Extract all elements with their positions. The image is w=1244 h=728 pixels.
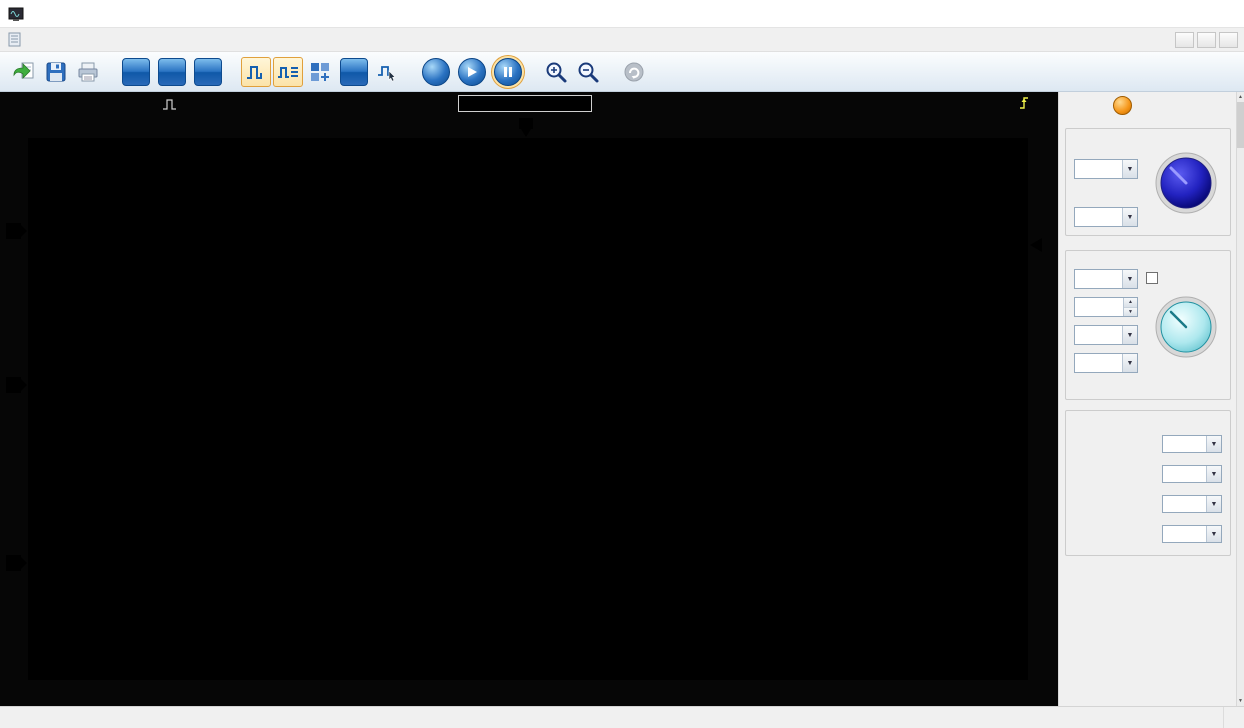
- trigger-level-marker[interactable]: [1030, 238, 1042, 252]
- volt-scale-spinner[interactable]: ▲ ▼: [1074, 297, 1138, 317]
- spin-down-icon[interactable]: ▼: [1124, 308, 1137, 317]
- chevron-down-icon: ▼: [1122, 354, 1137, 372]
- trigger-position-marker[interactable]: [518, 118, 534, 138]
- coupling-select[interactable]: ▼: [1074, 325, 1138, 345]
- channel-onoff: [1146, 272, 1162, 284]
- trigger-channel-badge: [1035, 103, 1043, 105]
- math-button[interactable]: [305, 57, 335, 87]
- chevron-down-icon: ▼: [1206, 466, 1221, 482]
- horizontal-settings-button[interactable]: [122, 58, 150, 86]
- toolbar-separator: [404, 57, 418, 87]
- refresh-button[interactable]: [619, 57, 649, 87]
- chevron-down-icon: ▼: [1206, 526, 1221, 542]
- vertical-knob[interactable]: [1154, 295, 1218, 359]
- waveform-display-button[interactable]: [241, 57, 271, 87]
- trigger-slope-select[interactable]: ▼: [1162, 525, 1222, 543]
- vertical-settings-button[interactable]: [158, 58, 186, 86]
- ch2-position-marker[interactable]: [6, 555, 28, 571]
- zoom-in-button[interactable]: [541, 57, 571, 87]
- connect-indicator[interactable]: [1113, 96, 1132, 115]
- horizontal-knob[interactable]: [1154, 151, 1218, 215]
- reference-wave-button[interactable]: [340, 58, 368, 86]
- control-panel: ▼ ▼: [1058, 92, 1236, 706]
- chevron-down-icon: ▼: [1122, 208, 1137, 226]
- chevron-down-icon: ▼: [1122, 160, 1137, 178]
- probe-select[interactable]: ▼: [1074, 353, 1138, 373]
- window-controls: [1112, 0, 1244, 27]
- channel-readout-strip: [0, 682, 1058, 704]
- mdi-close-button[interactable]: [1219, 32, 1238, 48]
- scope-status-strip: [0, 92, 1058, 116]
- run-button[interactable]: [458, 58, 486, 86]
- save-button[interactable]: [41, 57, 71, 87]
- chevron-down-icon: ▼: [1206, 496, 1221, 512]
- trigger-mode-select[interactable]: ▼: [1162, 435, 1222, 453]
- format-select[interactable]: ▼: [1074, 207, 1138, 227]
- trigger-readout: [1018, 94, 1048, 114]
- time-div-select[interactable]: ▼: [1074, 159, 1138, 179]
- zoom-out-button[interactable]: [573, 57, 603, 87]
- trigger-edge-icon: [1018, 94, 1030, 115]
- chevron-down-icon: ▼: [1122, 326, 1137, 344]
- app-icon: [8, 6, 24, 22]
- scope-display: [0, 92, 1058, 706]
- scope-canvas: [28, 138, 1028, 680]
- waveform-preview-canvas: [459, 96, 591, 111]
- chevron-down-icon: ▼: [1122, 270, 1137, 288]
- maximize-button[interactable]: [1156, 0, 1200, 27]
- waveform-list-button[interactable]: [273, 57, 303, 87]
- menu-bar: [0, 28, 1244, 52]
- mdi-restore-button[interactable]: [1197, 32, 1216, 48]
- document-icon: [8, 32, 22, 48]
- horizontal-group: ▼ ▼: [1065, 128, 1231, 236]
- vertical-group: ▼ ▲ ▼ ▼: [1065, 250, 1231, 400]
- chevron-down-icon: ▼: [1206, 436, 1221, 452]
- status-bar: [0, 706, 1244, 728]
- waveform-grid[interactable]: [28, 138, 1028, 680]
- math-position-marker[interactable]: [6, 377, 28, 393]
- pause-button[interactable]: [494, 58, 522, 86]
- close-button[interactable]: [1200, 0, 1244, 27]
- scroll-thumb[interactable]: [1237, 102, 1244, 148]
- spin-up-icon[interactable]: ▲: [1124, 298, 1137, 308]
- waveform-preview[interactable]: [458, 95, 592, 112]
- app-window: ▼ ▼: [0, 0, 1244, 728]
- toolbar-separator: [104, 57, 118, 87]
- trigger-group: ▼ ▼ ▼ ▼: [1065, 410, 1231, 556]
- cursor-measure-button[interactable]: [373, 57, 403, 87]
- print-button[interactable]: [73, 57, 103, 87]
- toolbar-separator: [604, 57, 618, 87]
- workspace: ▼ ▼: [0, 92, 1244, 706]
- mdi-minimize-button[interactable]: [1175, 32, 1194, 48]
- trigger-settings-button[interactable]: [194, 58, 222, 86]
- autoset-button[interactable]: [422, 58, 450, 86]
- toolbar: [0, 52, 1244, 92]
- ch1-position-marker[interactable]: [6, 223, 28, 239]
- onoff-checkbox[interactable]: [1146, 272, 1158, 284]
- datetime-display: [1223, 707, 1244, 728]
- scroll-up-icon[interactable]: ▲: [1237, 92, 1244, 102]
- channel-select[interactable]: ▼: [1074, 269, 1138, 289]
- open-waveform-button[interactable]: [9, 57, 39, 87]
- scroll-down-icon[interactable]: ▼: [1237, 696, 1244, 706]
- toolbar-separator: [526, 57, 540, 87]
- pulse-indicator-icon: [162, 96, 178, 112]
- minimize-button[interactable]: [1112, 0, 1156, 27]
- toolbar-separator: [226, 57, 240, 87]
- trigger-source-select[interactable]: ▼: [1162, 495, 1222, 513]
- trigger-sweep-select[interactable]: ▼: [1162, 465, 1222, 483]
- panel-scrollbar[interactable]: ▲ ▼: [1236, 92, 1244, 706]
- mdi-window-controls: [1175, 32, 1238, 48]
- title-bar: [0, 0, 1244, 28]
